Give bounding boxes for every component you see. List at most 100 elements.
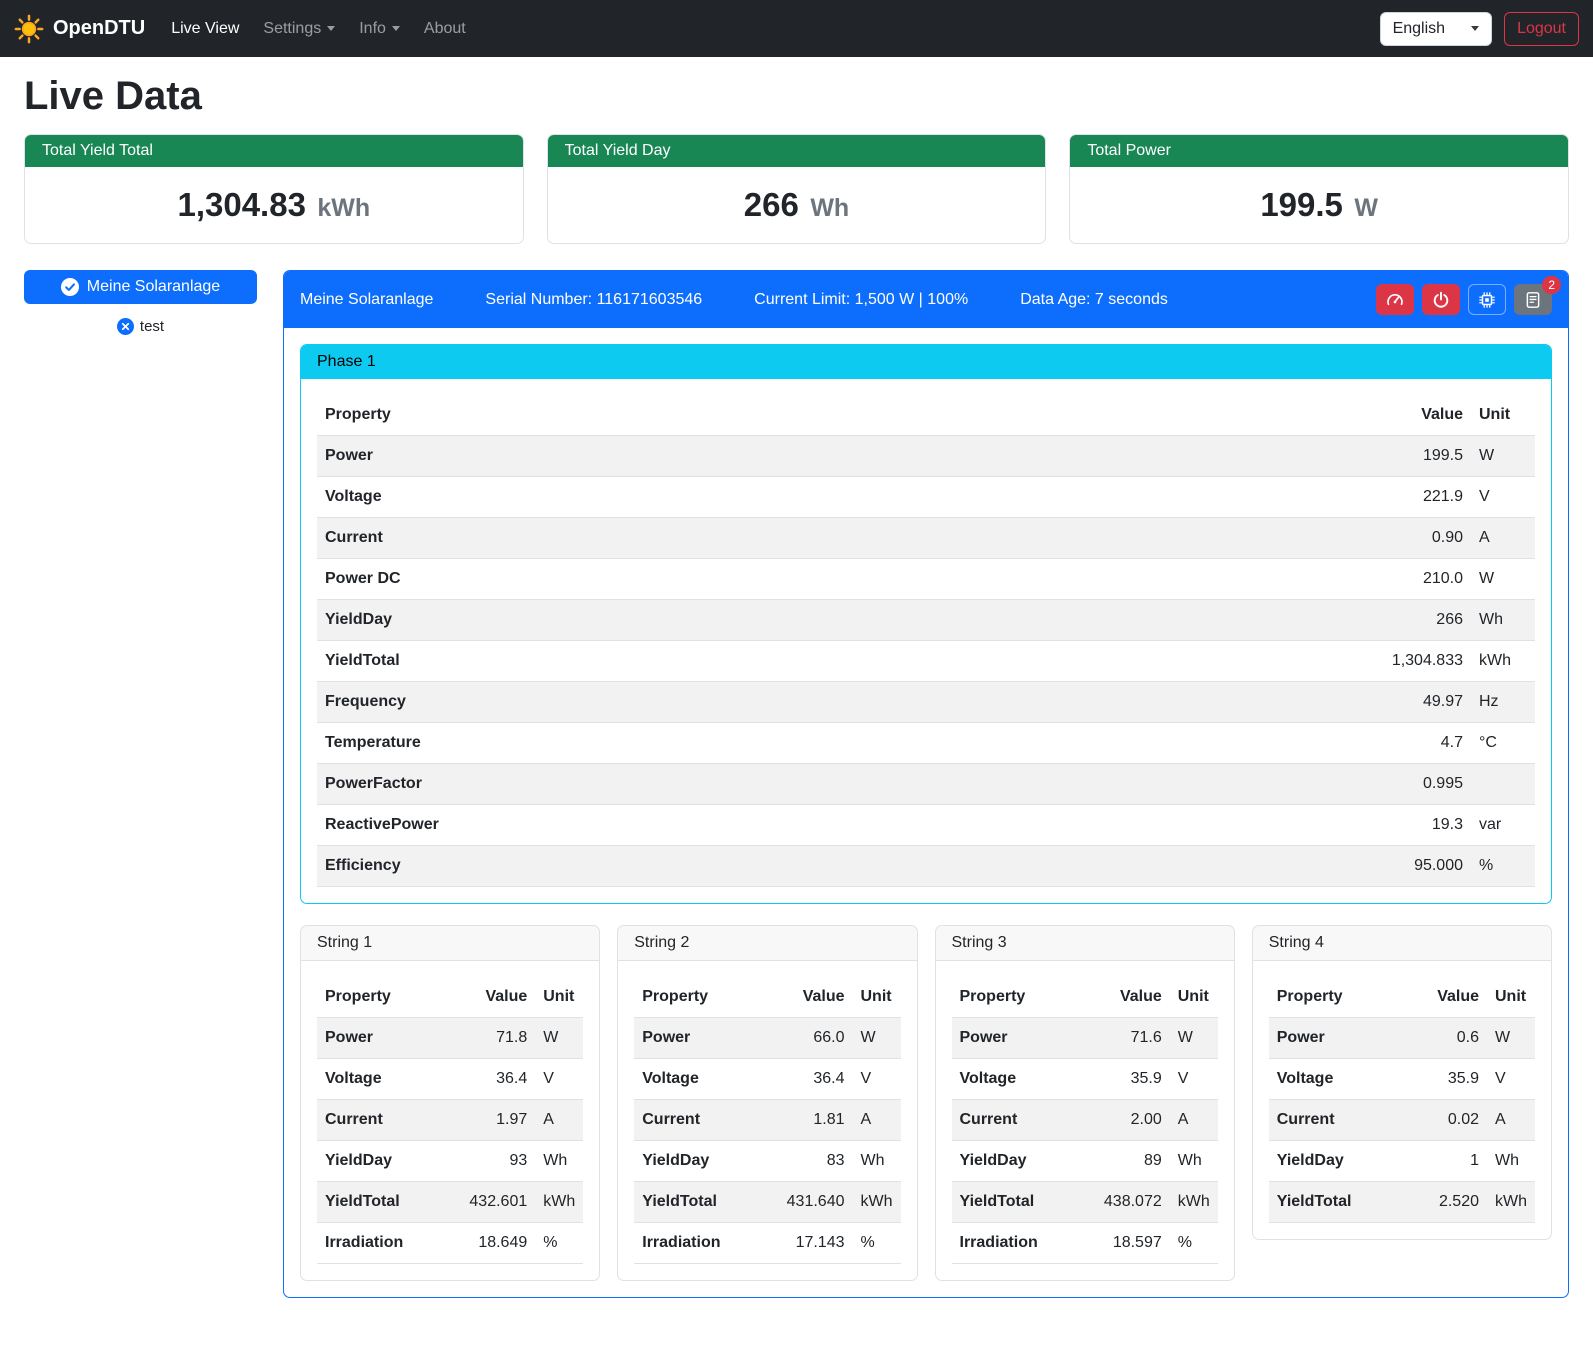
limit-settings-button[interactable]: [1376, 284, 1414, 315]
string-1-card: String 1 Property Value Unit: [300, 925, 600, 1281]
language-select[interactable]: English: [1380, 12, 1492, 46]
string-1-table: Property Value Unit Power: [317, 977, 583, 1264]
inverter-actions: 2: [1376, 284, 1552, 315]
value-header: Value: [1341, 395, 1471, 436]
unit-cell: %: [1170, 1223, 1218, 1264]
value-cell: 18.597: [1092, 1223, 1170, 1264]
unit-cell: A: [535, 1100, 583, 1141]
value-cell: 432.601: [457, 1182, 535, 1223]
value-cell: 2.520: [1409, 1182, 1487, 1223]
value-header: Value: [775, 977, 853, 1018]
table-row: YieldDay 93 Wh: [317, 1141, 583, 1182]
device-info-button[interactable]: [1468, 284, 1506, 315]
property-cell: Current: [317, 518, 1341, 559]
logout-button[interactable]: Logout: [1504, 12, 1579, 46]
value-header: Value: [1092, 977, 1170, 1018]
property-header: Property: [634, 977, 774, 1018]
property-cell: Power: [634, 1018, 774, 1059]
table-header-row: Property Value Unit: [634, 977, 900, 1018]
string-title: String 3: [936, 926, 1234, 961]
table-row: YieldDay 266 Wh: [317, 600, 1535, 641]
inverter-limit: Current Limit: 1,500 W | 100%: [754, 291, 968, 309]
value-cell: 0.02: [1409, 1100, 1487, 1141]
nav-item-live-view[interactable]: Live View: [163, 12, 247, 46]
phase-body: Property Value Unit Power: [301, 379, 1551, 903]
x-circle-icon: [117, 318, 134, 335]
power-button[interactable]: [1422, 284, 1460, 315]
brand-link[interactable]: OpenDTU: [14, 14, 145, 44]
unit-cell: Wh: [1471, 600, 1535, 641]
sidebar-item-meine-solaranlage[interactable]: Meine Solaranlage: [24, 270, 257, 304]
unit-cell: var: [1471, 805, 1535, 846]
unit-cell: [1471, 764, 1535, 805]
value-cell: 0.995: [1341, 764, 1471, 805]
property-cell: ReactivePower: [317, 805, 1341, 846]
property-header: Property: [317, 395, 1341, 436]
unit-cell: kWh: [535, 1182, 583, 1223]
string-3-table: Property Value Unit Power: [952, 977, 1218, 1264]
table-row: Irradiation 18.649 %: [317, 1223, 583, 1264]
unit-cell: V: [1487, 1059, 1535, 1100]
property-cell: YieldTotal: [1269, 1182, 1409, 1223]
string-title: String 1: [301, 926, 599, 961]
value-cell: 18.649: [457, 1223, 535, 1264]
table-header-row: Property Value Unit: [952, 977, 1218, 1018]
card-value: 266: [744, 186, 799, 223]
property-cell: Irradiation: [952, 1223, 1092, 1264]
inverter-sidebar: Meine Solaranlage test: [24, 270, 257, 335]
table-row: YieldTotal 2.520 kWh: [1269, 1182, 1535, 1223]
value-cell: 431.640: [775, 1182, 853, 1223]
unit-cell: A: [853, 1100, 901, 1141]
unit-header: Unit: [535, 977, 583, 1018]
table-header-row: Property Value Unit: [317, 395, 1535, 436]
table-row: YieldDay 1 Wh: [1269, 1141, 1535, 1182]
card-value: 199.5: [1260, 186, 1343, 223]
string-body: Property Value Unit Power: [301, 961, 599, 1280]
chevron-down-icon: [1471, 26, 1479, 31]
value-cell: 438.072: [1092, 1182, 1170, 1223]
value-cell: 266: [1341, 600, 1471, 641]
card-unit: Wh: [810, 194, 849, 222]
unit-cell: W: [1487, 1018, 1535, 1059]
value-cell: 19.3: [1341, 805, 1471, 846]
nav-item-info-label: Info: [359, 20, 386, 38]
property-cell: YieldTotal: [317, 641, 1341, 682]
event-log-button[interactable]: 2: [1514, 284, 1552, 315]
unit-header: Unit: [1170, 977, 1218, 1018]
card-title: Total Power: [1070, 135, 1568, 167]
table-row: Current 0.90 A: [317, 518, 1535, 559]
table-row: Current 2.00 A: [952, 1100, 1218, 1141]
nav-item-about[interactable]: About: [416, 12, 474, 46]
table-row: Power 0.6 W: [1269, 1018, 1535, 1059]
nav-item-info[interactable]: Info: [351, 12, 408, 46]
property-cell: PowerFactor: [317, 764, 1341, 805]
property-cell: Temperature: [317, 723, 1341, 764]
unit-header: Unit: [1487, 977, 1535, 1018]
property-cell: YieldTotal: [952, 1182, 1092, 1223]
unit-cell: W: [535, 1018, 583, 1059]
table-row: Irradiation 17.143 %: [634, 1223, 900, 1264]
property-cell: Voltage: [952, 1059, 1092, 1100]
property-cell: Power: [317, 436, 1341, 477]
sidebar-item-test[interactable]: test: [24, 318, 257, 335]
unit-cell: %: [1471, 846, 1535, 887]
unit-cell: A: [1170, 1100, 1218, 1141]
property-cell: Power: [317, 1018, 457, 1059]
string-3-card: String 3 Property Value Unit: [935, 925, 1235, 1281]
table-row: Temperature 4.7 °C: [317, 723, 1535, 764]
table-row: Power 71.6 W: [952, 1018, 1218, 1059]
card-body: 266 Wh: [548, 167, 1046, 243]
value-cell: 89: [1092, 1141, 1170, 1182]
string-body: Property Value Unit Power: [1253, 961, 1551, 1239]
string-4-table: Property Value Unit Power: [1269, 977, 1535, 1223]
table-row: Power DC 210.0 W: [317, 559, 1535, 600]
page-title: Live Data: [24, 74, 1569, 119]
property-cell: Voltage: [317, 477, 1341, 518]
value-cell: 93: [457, 1141, 535, 1182]
property-cell: Power DC: [317, 559, 1341, 600]
nav-item-settings[interactable]: Settings: [255, 12, 343, 46]
value-header: Value: [1409, 977, 1487, 1018]
strings-row: String 1 Property Value Unit: [300, 925, 1552, 1281]
property-cell: YieldDay: [317, 600, 1341, 641]
unit-cell: A: [1471, 518, 1535, 559]
